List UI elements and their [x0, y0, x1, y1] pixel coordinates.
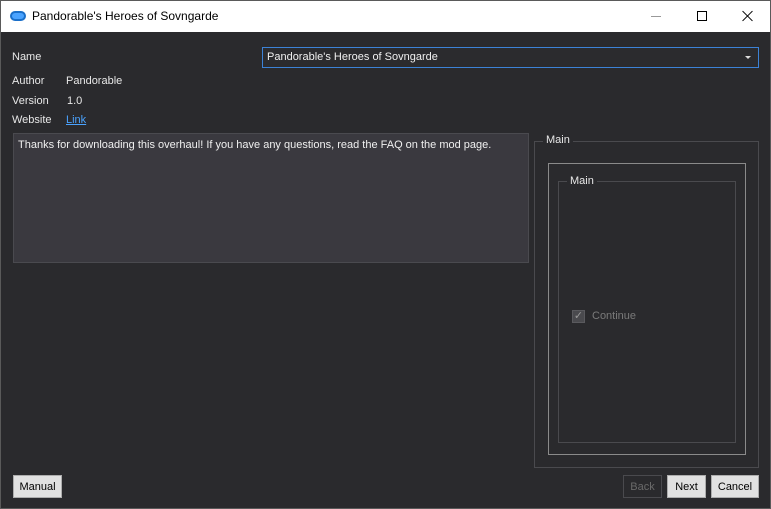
minimize-button[interactable]: [633, 1, 679, 31]
app-icon: [10, 11, 26, 21]
version-value: 1.0: [67, 95, 83, 107]
title-bar[interactable]: Pandorable's Heroes of Sovngarde: [1, 1, 770, 32]
inner-group-title: Main: [567, 175, 597, 187]
continue-label: Continue: [592, 310, 637, 322]
cancel-button[interactable]: Cancel: [711, 475, 759, 498]
minimize-icon: [651, 15, 661, 17]
website-label: Website: [12, 114, 52, 126]
maximize-button[interactable]: [679, 1, 725, 31]
website-link[interactable]: Link: [66, 114, 86, 126]
version-label: Version: [12, 95, 49, 107]
author-value: Pandorable: [66, 75, 123, 87]
back-button[interactable]: Back: [623, 475, 662, 498]
window-title: Pandorable's Heroes of Sovngarde: [32, 9, 219, 23]
name-dropdown[interactable]: Pandorable's Heroes of Sovngarde: [262, 47, 759, 68]
name-dropdown-value: Pandorable's Heroes of Sovngarde: [267, 51, 438, 63]
checkmark-icon: ✓: [573, 310, 584, 322]
next-button[interactable]: Next: [667, 475, 706, 498]
installer-window: Pandorable's Heroes of Sovngarde Name Pa…: [0, 0, 771, 509]
description-text[interactable]: Thanks for downloading this overhaul! If…: [13, 133, 529, 263]
manual-button[interactable]: Manual: [13, 475, 62, 498]
continue-checkbox[interactable]: ✓: [572, 310, 585, 323]
main-group-title: Main: [543, 134, 573, 146]
close-button[interactable]: [725, 1, 771, 31]
author-label: Author: [12, 75, 45, 87]
close-icon: [742, 10, 754, 22]
chevron-down-icon: [745, 56, 751, 59]
name-label: Name: [12, 51, 42, 63]
maximize-icon: [697, 11, 707, 21]
